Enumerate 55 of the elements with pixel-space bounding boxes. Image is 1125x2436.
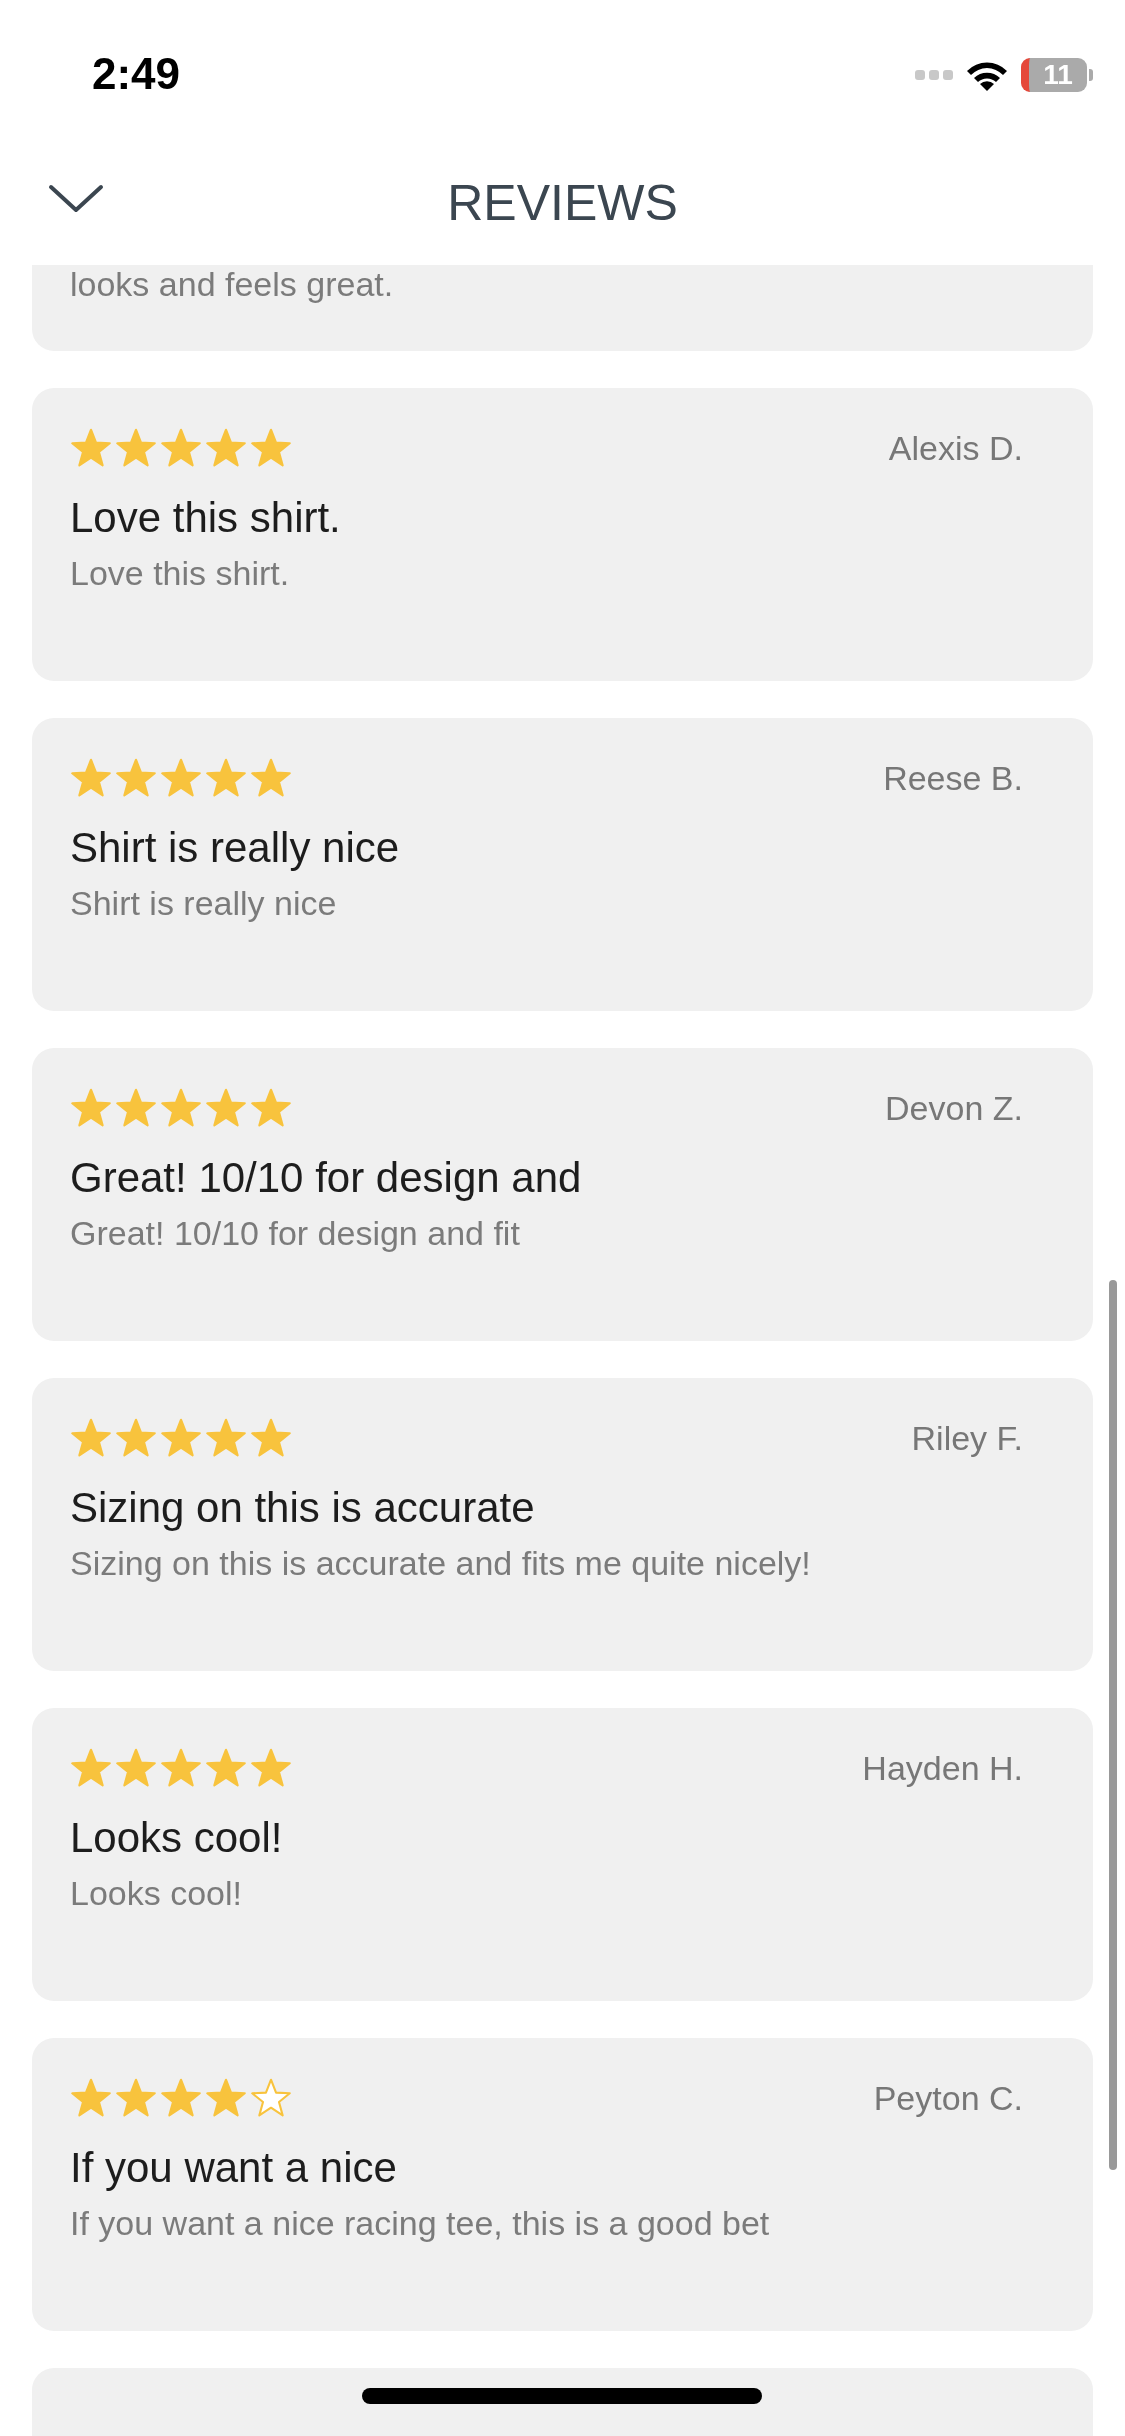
review-body: Great! 10/10 for design and fit xyxy=(70,1214,521,1253)
star-icon xyxy=(115,1418,157,1458)
review-author: Peyton C. xyxy=(873,2078,1023,2118)
star-icon xyxy=(115,2078,157,2118)
page-title: REVIEWS xyxy=(447,173,678,232)
star-icon xyxy=(205,428,247,468)
star-icon xyxy=(160,758,202,798)
star-icon xyxy=(250,1088,292,1128)
status-time: 2:49 xyxy=(92,48,181,99)
star-icon xyxy=(205,758,247,798)
review-author: Reese B. xyxy=(883,758,1023,798)
star-icon xyxy=(250,758,292,798)
star-icon xyxy=(250,428,292,468)
star-icon xyxy=(115,1748,157,1788)
star-icon xyxy=(70,2078,112,2118)
star-icon xyxy=(70,1418,112,1458)
review-title: Sizing on this is accurate xyxy=(70,1484,536,1532)
star-icon xyxy=(115,1088,157,1128)
star-icon xyxy=(160,2078,202,2118)
signal-dots-icon xyxy=(915,69,953,81)
star-icon xyxy=(160,428,202,468)
review-author: Alexis D. xyxy=(888,428,1023,468)
star-icon xyxy=(160,1088,202,1128)
review-title: Looks cool! xyxy=(70,1814,284,1862)
star-icon xyxy=(70,1748,112,1788)
star-icon xyxy=(250,1418,292,1458)
review-body: looks and feels great. xyxy=(70,265,395,304)
home-indicator[interactable] xyxy=(362,2388,762,2404)
star-outline-icon xyxy=(250,2078,292,2118)
chevron-down-icon[interactable] xyxy=(48,184,104,214)
review-body: Shirt is really nice xyxy=(70,884,338,923)
star-icon xyxy=(205,1418,247,1458)
review-title: Love this shirt. xyxy=(70,494,342,542)
star-icon xyxy=(205,1088,247,1128)
scroll-bar[interactable] xyxy=(1109,1280,1117,2170)
star-icon xyxy=(250,1748,292,1788)
star-icon xyxy=(160,1748,202,1788)
star-icon xyxy=(115,428,157,468)
star-icon xyxy=(70,428,112,468)
review-body: Looks cool! xyxy=(70,1874,243,1913)
star-icon xyxy=(205,1748,247,1788)
review-body: Sizing on this is accurate and fits me quite nicely! xyxy=(70,1544,812,1583)
star-icon xyxy=(160,1418,202,1458)
review-body: If you want a nice racing tee, this is a good bet xyxy=(70,2204,771,2243)
review-body: Love this shirt. xyxy=(70,554,291,593)
star-icon xyxy=(115,758,157,798)
star-icon xyxy=(205,2078,247,2118)
review-title: Shirt is really nice xyxy=(70,824,401,872)
review-title: Great! 10/10 for design and xyxy=(70,1154,583,1202)
star-icon xyxy=(70,758,112,798)
review-author: Riley F. xyxy=(911,1418,1023,1458)
review-author: Hayden H. xyxy=(862,1748,1023,1788)
star-icon xyxy=(70,1088,112,1128)
review-title: If you want a nice xyxy=(70,2144,398,2192)
review-author: Devon Z. xyxy=(885,1088,1023,1128)
